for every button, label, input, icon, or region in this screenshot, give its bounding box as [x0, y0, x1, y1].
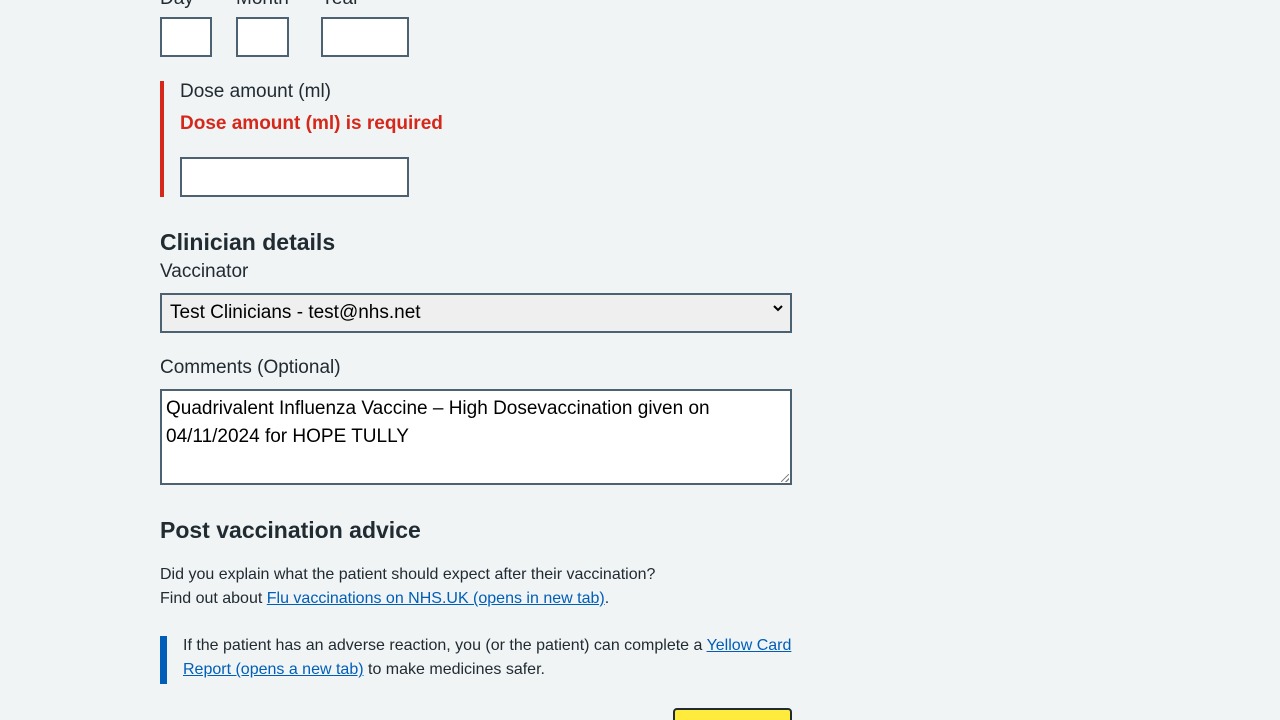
comments-textarea[interactable]: Quadrivalent Influenza Vaccine – High Do… — [160, 389, 792, 485]
advice-find-out: Find out about Flu vaccinations on NHS.U… — [160, 587, 609, 611]
flu-vaccinations-link[interactable]: Flu vaccinations on NHS.UK (opens in new… — [267, 590, 605, 607]
comments-label: Comments (Optional) — [160, 357, 341, 378]
resize-grip-icon[interactable] — [781, 474, 789, 482]
post-vaccination-advice-heading: Post vaccination advice — [160, 517, 421, 543]
clinician-details-heading: Clinician details — [160, 229, 336, 255]
advice-question: Did you explain what the patient should … — [160, 566, 656, 583]
dose-amount-label: Dose amount (ml) — [180, 81, 331, 102]
find-out-prefix: Find out about — [160, 590, 267, 607]
vaccinator-select[interactable]: Test Clinicians - test@nhs.net — [160, 293, 792, 333]
year-input[interactable] — [321, 17, 409, 57]
year-label: Year — [321, 0, 359, 10]
inset-prefix: If the patient has an adverse reaction, … — [183, 637, 707, 654]
inset-text: If the patient has an adverse reaction, … — [183, 634, 793, 682]
find-out-suffix: . — [604, 590, 610, 607]
yellow-card-inset: If the patient has an adverse reaction, … — [160, 636, 792, 684]
vaccination-form-page: Day Month Year Dose amount (ml) Dose amo… — [0, 0, 1280, 720]
vaccinator-selected-value: Test Clinicians - test@nhs.net — [170, 302, 421, 323]
inset-suffix: to make medicines safer. — [368, 661, 545, 678]
comments-text: Quadrivalent Influenza Vaccine – High Do… — [166, 398, 710, 447]
dose-amount-input[interactable] — [180, 157, 409, 197]
day-input[interactable] — [160, 17, 212, 57]
submit-button[interactable] — [673, 708, 792, 720]
chevron-down-icon — [772, 302, 784, 317]
dose-amount-error-group: Dose amount (ml) Dose amount (ml) is req… — [160, 81, 464, 197]
dose-amount-error-message: Dose amount (ml) is required — [180, 113, 443, 134]
month-label: Month — [236, 0, 289, 10]
vaccinator-label: Vaccinator — [160, 261, 249, 282]
month-input[interactable] — [236, 17, 289, 57]
day-label: Day — [160, 0, 194, 10]
